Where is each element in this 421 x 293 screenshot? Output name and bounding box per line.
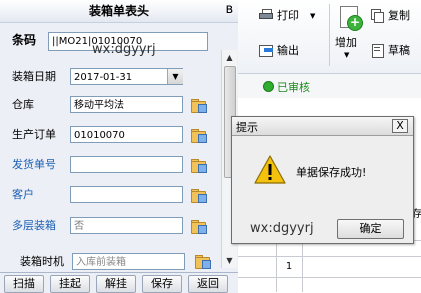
add-dropdown-icon[interactable]: ▼ [344,51,349,59]
grid-column-line [302,240,303,292]
watermark-text: wx:dgyyrj [92,42,156,57]
warehouse-label: 仓库 [12,98,34,111]
dialog-watermark: wx:dgyyrj [250,221,314,236]
add-button[interactable]: 增加 [335,36,357,49]
export-icon[interactable] [259,44,273,57]
date-value: 2017-01-31 [74,72,133,83]
close-icon[interactable]: X [392,119,408,133]
order-input[interactable]: 01010070 [70,126,183,143]
toolbar: 打印 ▼ 输出 + 增加 ▼ 复制 草稿 [238,0,421,74]
export-button[interactable]: 输出 [277,44,299,57]
form-panel: 装箱单表头 ʙ 条码 ||MO21|01010070 装箱日期 2017-01-… [0,0,239,292]
suspend-button[interactable]: 挂起 [50,275,90,293]
status-dot-icon [263,81,274,92]
grid-row-line [238,256,421,257]
scan-button[interactable]: 扫描 [4,275,44,293]
folder-icon[interactable] [194,254,211,269]
dialog-titlebar: 提示 X [232,117,413,136]
row-number: 1 [285,261,293,272]
panel-title: 装箱单表头 [0,0,238,23]
draft-button[interactable]: 草稿 [388,44,410,57]
multilayer-label: 多层装箱 [12,219,56,232]
scroll-down-icon[interactable]: ▼ [222,253,237,268]
copy-icon[interactable] [371,9,384,23]
scroll-up-icon[interactable]: ▲ [222,50,237,65]
add-icon[interactable]: + [338,6,363,31]
customer-label: 客户 [12,188,34,201]
dialog-message: 单据保存成功! [296,166,367,179]
folder-icon[interactable] [190,219,207,234]
draft-icon[interactable] [371,44,384,58]
timing-input[interactable]: 入库前装箱 [72,253,185,270]
folder-icon[interactable] [190,158,207,173]
folder-icon[interactable] [190,98,207,113]
grid-row-line [238,277,421,278]
pin-icon[interactable]: ʙ [225,3,233,17]
multilayer-input[interactable]: 否 [70,217,183,234]
print-dropdown-icon[interactable]: ▼ [310,12,315,20]
shipno-label: 发货单号 [12,158,56,171]
folder-icon[interactable] [190,188,207,203]
chevron-down-icon[interactable]: ▼ [167,69,183,84]
ok-button[interactable]: 确定 [337,219,404,239]
toolbar-separator [329,4,330,66]
return-button[interactable]: 返回 [188,275,228,293]
status-text: 已审核 [277,81,310,94]
timing-label: 装箱时机 [20,255,64,268]
order-label: 生产订单 [12,128,56,141]
warning-icon [254,155,286,184]
save-button[interactable]: 保存 [142,275,182,293]
customer-input[interactable] [70,186,183,203]
shipno-input[interactable] [70,156,183,173]
dialog-title: 提示 [236,121,258,134]
bottom-button-bar: 扫描 挂起 解挂 保存 返回 [0,272,238,293]
table-row[interactable]: 1 [276,261,302,272]
panel-title-text: 装箱单表头 [88,4,149,18]
barcode-label: 条码 [12,33,37,47]
resume-button[interactable]: 解挂 [96,275,136,293]
message-dialog: 提示 X 单据保存成功! wx:dgyyrj 确定 [231,116,414,244]
folder-icon[interactable] [190,128,207,143]
print-button[interactable]: 打印 [277,9,299,22]
warehouse-input[interactable]: 移动平均法 [70,96,183,113]
date-label: 装箱日期 [12,70,56,83]
copy-button[interactable]: 复制 [388,9,410,22]
printer-icon[interactable] [259,9,273,21]
